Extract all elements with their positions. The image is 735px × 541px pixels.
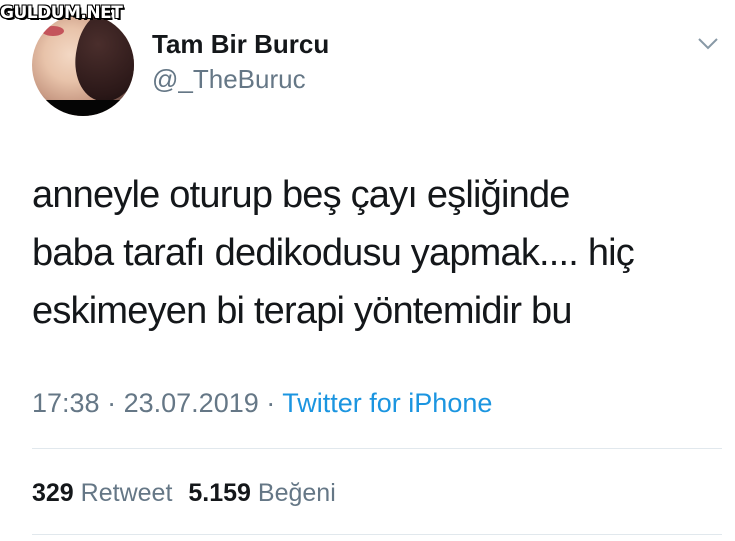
avatar-shirt bbox=[32, 100, 134, 116]
tweet-text-line: anneyle oturup beş çayı eşliğinde bbox=[32, 174, 570, 216]
chevron-down-icon[interactable] bbox=[697, 36, 719, 52]
tweet-stats: 329 Retweet 5.159 Beğeni bbox=[32, 476, 352, 510]
tweet-text: anneyle oturup beş çayı eşliğinde baba t… bbox=[32, 166, 712, 340]
avatar-lips bbox=[42, 26, 64, 36]
like-stat[interactable]: 5.159 Beğeni bbox=[188, 479, 335, 507]
retweet-count: 329 bbox=[32, 479, 74, 507]
tweet-source-link[interactable]: Twitter for iPhone bbox=[282, 388, 492, 418]
like-label: Beğeni bbox=[257, 479, 336, 507]
retweet-label: Retweet bbox=[80, 479, 173, 507]
retweet-stat[interactable]: 329 Retweet bbox=[32, 479, 172, 507]
meta-separator: · bbox=[266, 388, 276, 418]
divider bbox=[32, 448, 722, 449]
tweet-meta: 17:38 · 23.07.2019 · Twitter for iPhone bbox=[32, 386, 492, 420]
tweet-text-line: eskimeyen bi terapi yöntemidir bu bbox=[32, 290, 572, 332]
avatar-hair bbox=[67, 14, 134, 108]
site-watermark: GULDUM.NET bbox=[0, 3, 123, 23]
like-count: 5.159 bbox=[188, 479, 251, 507]
author-handle[interactable]: @_TheBuruc bbox=[152, 63, 306, 95]
tweet-text-line: baba tarafı dedikodusu yapmak.... hiç bbox=[32, 232, 635, 274]
avatar[interactable] bbox=[32, 14, 134, 116]
tweet-time[interactable]: 17:38 bbox=[32, 388, 100, 418]
divider bbox=[32, 534, 722, 535]
meta-separator: · bbox=[107, 388, 117, 418]
tweet-date[interactable]: 23.07.2019 bbox=[124, 388, 259, 418]
author-display-name[interactable]: Tam Bir Burcu bbox=[152, 28, 329, 60]
